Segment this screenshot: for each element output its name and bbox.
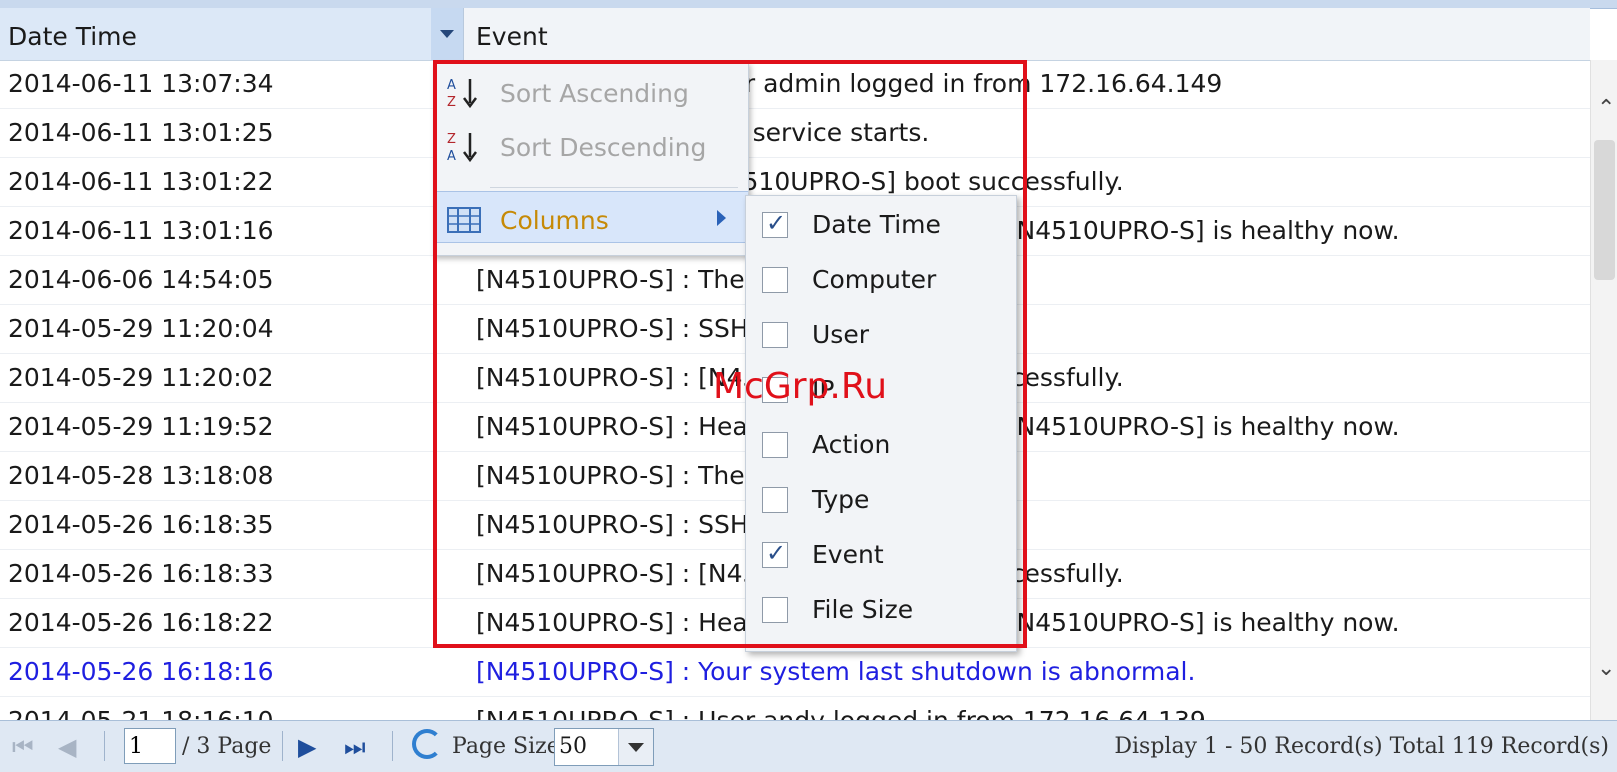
menu-item-sort-descending[interactable]: Z A Sort Descending [434,119,748,171]
column-toggle-type[interactable]: Type [746,473,1016,527]
submenu-arrow-icon [717,210,726,226]
toolbar-separator [282,731,283,761]
column-toggle-file-size[interactable]: File Size [746,583,1016,637]
column-toggle-label: Action [812,430,891,459]
cell-datetime: 2014-06-11 13:01:22 [8,167,274,196]
cell-datetime: 2014-06-11 13:07:34 [8,69,274,98]
cell-datetime: 2014-05-29 11:20:02 [8,363,274,392]
record-count-info: Display 1 - 50 Record(s) Total 119 Recor… [1114,734,1609,759]
page-size-dropdown-button[interactable] [618,729,653,765]
svg-text:A: A [447,78,456,93]
cell-datetime: 2014-05-26 16:18:22 [8,608,274,637]
first-page-icon[interactable]: ⏮ [12,733,34,761]
cell-datetime: 2014-05-26 16:18:16 [8,657,274,686]
column-header-label: Date Time [8,22,137,51]
checkbox-unchecked[interactable] [762,597,788,623]
cell-datetime: 2014-05-21 18:16:10 [8,706,274,720]
menu-separator [490,187,738,188]
column-header-label: Event [476,22,548,51]
cell-datetime: 2014-05-28 13:18:08 [8,461,274,490]
column-toggle-label: User [812,320,869,349]
last-page-icon[interactable]: ⏭ [344,733,366,761]
cell-datetime: 2014-05-26 16:18:33 [8,559,274,588]
column-menu-trigger[interactable] [431,8,464,60]
checkbox-checked[interactable]: ✓ [762,209,788,238]
columns-icon [447,207,481,233]
cell-datetime: 2014-05-26 16:18:35 [8,510,274,539]
cell-event: [N4510UPRO-S] : User andy logged in from… [476,706,1206,720]
checkmark-icon: ✓ [766,209,787,237]
checkbox-unchecked[interactable] [762,267,788,293]
toolbar-separator [392,731,393,761]
grid-header: Date Time Event [0,8,1590,61]
column-header-event[interactable]: Event [464,8,1590,60]
menu-item-label: Sort Ascending [500,79,689,108]
menu-item-label: Sort Descending [500,133,707,162]
checkbox-unchecked[interactable] [762,487,788,513]
menu-item-sort-ascending[interactable]: A Z Sort Ascending [434,65,748,117]
checkbox-unchecked[interactable] [762,377,788,403]
cell-datetime: 2014-06-11 13:01:25 [8,118,274,147]
refresh-icon[interactable] [412,729,442,759]
cell-datetime: 2014-05-29 11:20:04 [8,314,274,343]
table-row[interactable]: 2014-05-21 18:16:10 [N4510UPRO-S] : User … [0,697,1590,720]
cell-event: [N4510UPRO-S] : SSH [476,510,749,539]
columns-submenu: ✓ Date Time Computer User IP Action Type… [745,195,1017,652]
page-size-label: Page Size [452,734,560,759]
column-toggle-ip[interactable]: IP [746,363,1016,417]
column-toggle-label: Date Time [812,210,941,239]
svg-text:Z: Z [447,95,456,109]
menu-item-label: Columns [500,206,609,235]
svg-text:Z: Z [447,132,456,147]
table-row[interactable]: 2014-06-11 13:07:34 [N4510UPRO-S] : User … [0,60,1590,109]
checkbox-unchecked[interactable] [762,432,788,458]
column-toggle-label: Event [812,540,884,569]
checkbox-checked[interactable]: ✓ [762,539,788,568]
menu-item-columns[interactable]: Columns [434,191,748,243]
scroll-up-icon[interactable]: ⌃ [1597,96,1615,121]
cell-datetime: 2014-06-11 13:01:16 [8,216,274,245]
table-row-alert[interactable]: 2014-05-26 16:18:16 [N4510UPRO-S] : Your … [0,648,1590,697]
svg-text:A: A [447,149,456,163]
page-number-input[interactable] [124,728,176,764]
scroll-thumb[interactable] [1594,140,1615,280]
page-size-value: 50 [559,734,587,759]
table-row[interactable]: 2014-06-11 13:01:25[N4510UPRO-S] : The s… [0,109,1590,158]
column-toggle-user[interactable]: User [746,308,1016,362]
scroll-down-icon[interactable]: ⌄ [1597,656,1615,681]
cell-event: [N4510UPRO-S] : Your system last shutdow… [476,657,1196,686]
column-toggle-computer[interactable]: Computer [746,253,1016,307]
page-size-select[interactable]: 50 [554,728,654,766]
column-toggle-label: File Size [812,595,914,624]
column-toggle-event[interactable]: ✓ Event [746,528,1016,582]
chevron-down-icon [628,743,644,752]
dropdown-arrow-icon [440,30,454,38]
column-toggle-label: Computer [812,265,937,294]
vertical-scrollbar[interactable]: ⌃ ⌄ [1590,60,1617,720]
page-count-label: / 3 Page [182,734,272,759]
column-toggle-label: IP [812,375,835,404]
column-toggle-action[interactable]: Action [746,418,1016,472]
column-header-date-time[interactable]: Date Time [0,8,432,60]
checkmark-icon: ✓ [766,539,787,567]
cell-datetime: 2014-06-06 14:54:05 [8,265,274,294]
column-header-menu: A Z Sort Ascending Z A Sort Descending C… [433,62,749,256]
sort-descending-icon: Z A [447,132,477,163]
cell-datetime: 2014-05-29 11:19:52 [8,412,274,441]
toolbar-separator [104,731,105,761]
sort-ascending-icon: A Z [447,78,477,109]
paging-toolbar: ⏮ ◀ / 3 Page ▶ ⏭ Page Size 50 Display 1 … [0,720,1617,772]
previous-page-icon[interactable]: ◀ [58,733,76,761]
cell-event: [N4510UPRO-S] : SSH [476,314,749,343]
column-toggle-label: Type [812,485,870,514]
checkbox-unchecked[interactable] [762,322,788,348]
column-toggle-date-time[interactable]: ✓ Date Time [746,198,1016,252]
next-page-icon[interactable]: ▶ [298,733,316,761]
